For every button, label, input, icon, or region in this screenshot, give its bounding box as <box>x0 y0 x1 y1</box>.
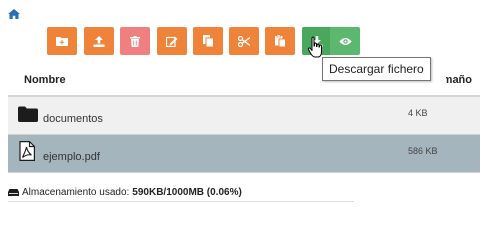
edit-icon <box>166 36 178 47</box>
copy-icon <box>202 35 214 47</box>
rename-button[interactable] <box>157 27 187 55</box>
table-row-documentos[interactable]: documentos 4 KB <box>8 97 480 135</box>
storage-value: 590KB/1000MB (0.06%) <box>132 187 242 198</box>
row-size: 4 KB <box>408 108 428 118</box>
folder-icon <box>18 106 38 122</box>
table-row-ejemplo-pdf[interactable]: ejemplo.pdf 586 KB <box>8 135 480 173</box>
home-icon[interactable] <box>8 9 20 19</box>
hard-drive-icon <box>8 189 19 196</box>
download-button[interactable] <box>302 27 332 55</box>
new-folder-icon <box>56 37 68 46</box>
file-manager: Descargar fichero Nombre Tamaño document… <box>0 0 481 223</box>
storage-label: Almacenamiento usado: <box>22 187 130 198</box>
row-size: 586 KB <box>408 146 438 156</box>
file-table: Nombre Tamaño documentos 4 KB ejemplo.pd… <box>8 64 480 173</box>
paste-button[interactable] <box>265 27 295 55</box>
pdf-file-icon <box>19 141 35 161</box>
row-name: ejemplo.pdf <box>43 151 100 163</box>
paste-icon <box>274 35 286 47</box>
divider <box>8 201 354 202</box>
preview-button[interactable] <box>330 27 360 55</box>
copy-button[interactable] <box>193 27 223 55</box>
storage-info: Almacenamiento usado: 590KB/1000MB (0.06… <box>8 187 242 198</box>
eye-icon <box>338 37 352 45</box>
delete-button[interactable] <box>120 27 150 55</box>
scissors-icon <box>238 35 250 47</box>
upload-button[interactable] <box>84 27 114 55</box>
trash-icon <box>130 35 140 47</box>
row-name: documentos <box>43 113 103 125</box>
upload-icon <box>93 35 105 47</box>
column-header-size[interactable]: Tamaño <box>446 74 472 86</box>
new-folder-button[interactable] <box>47 27 77 55</box>
cut-button[interactable] <box>229 27 259 55</box>
table-header: Nombre Tamaño <box>8 64 480 97</box>
column-header-name[interactable]: Nombre <box>24 74 66 86</box>
download-icon <box>311 35 323 47</box>
